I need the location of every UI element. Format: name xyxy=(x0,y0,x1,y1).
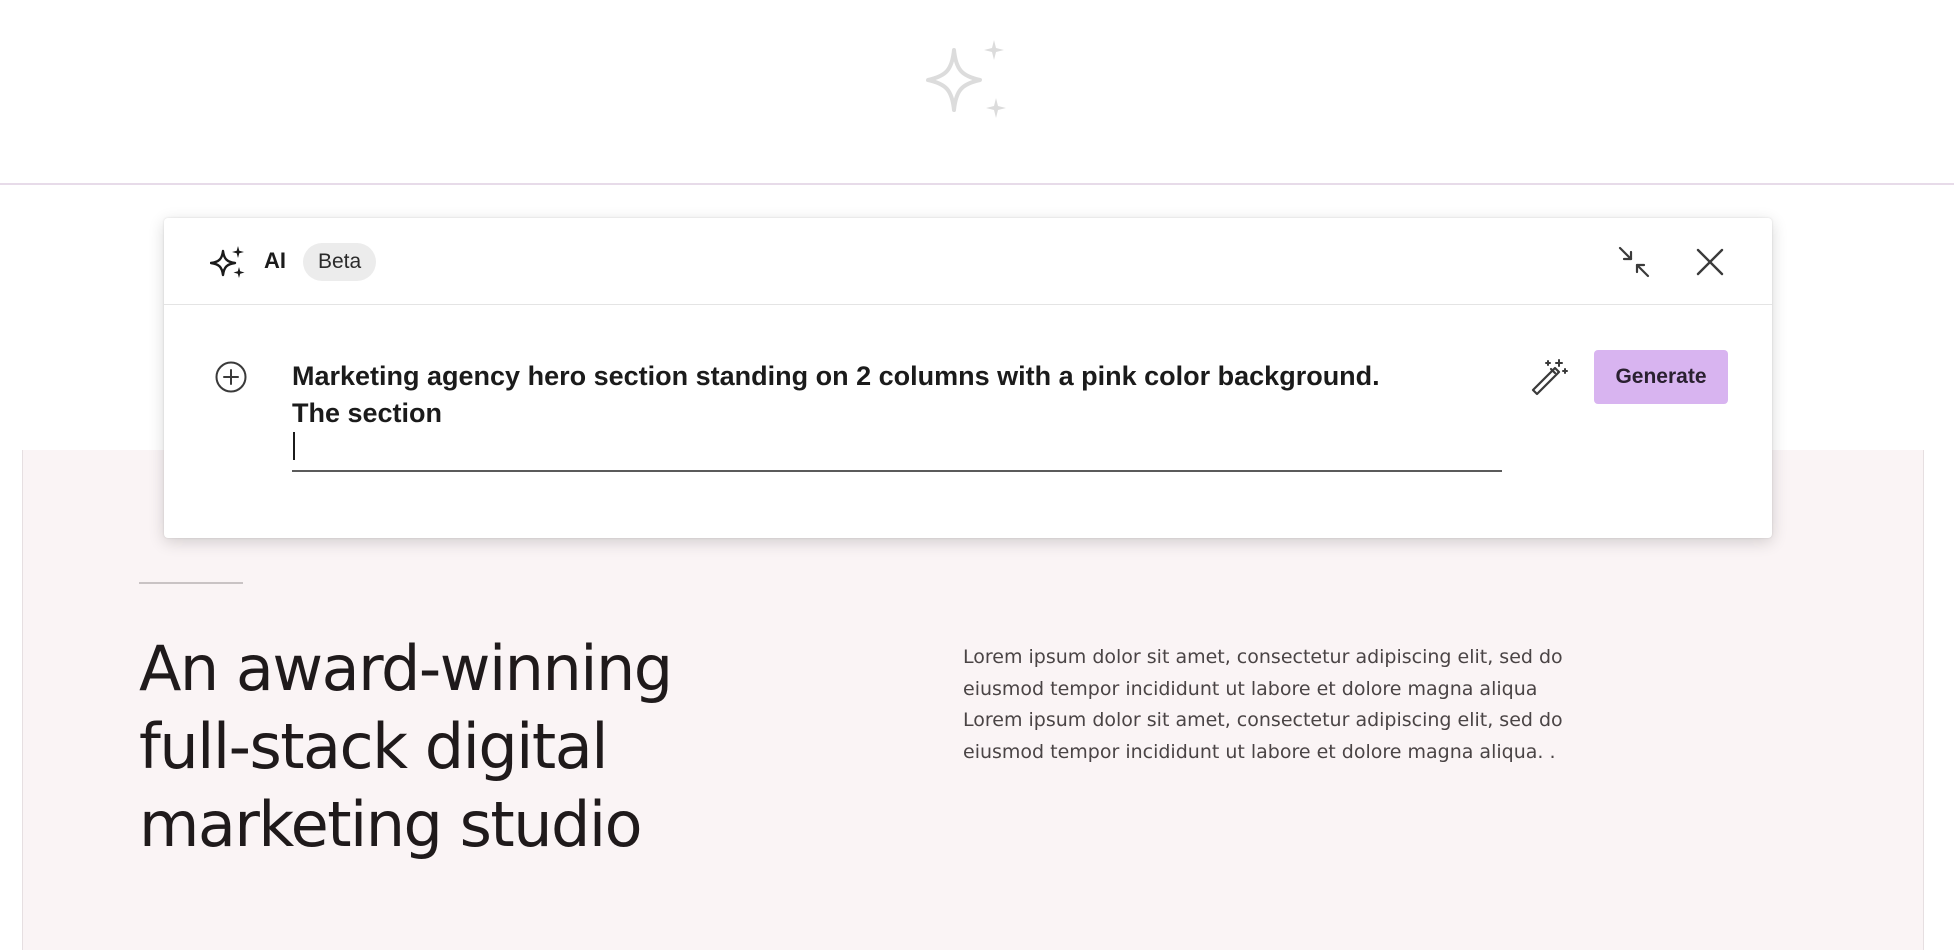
add-attachment-button[interactable] xyxy=(214,360,248,394)
hero-headline-line: An award-winning xyxy=(139,632,673,705)
beta-badge: Beta xyxy=(303,243,377,281)
ai-panel-title: AI xyxy=(264,248,286,273)
hero-accent-line xyxy=(139,582,243,584)
hero-body-text: Lorem ipsum dolor sit amet, consectetur … xyxy=(963,642,1743,768)
text-caret xyxy=(293,432,295,460)
sparkles-icon xyxy=(210,246,245,278)
prompt-line: The section xyxy=(292,398,443,428)
ai-prompt-panel: AI Beta Marketing agency hero section st… xyxy=(164,218,1772,538)
generate-button[interactable]: Generate xyxy=(1594,350,1728,404)
enhance-prompt-button[interactable] xyxy=(1528,358,1568,398)
hero-headline-line: marketing studio xyxy=(139,788,643,861)
close-icon xyxy=(1696,248,1724,276)
hero-body-line: Lorem ipsum dolor sit amet, consectetur … xyxy=(963,709,1563,731)
editor-canvas: An award-winning full-stack digital mark… xyxy=(0,0,1954,950)
close-button[interactable] xyxy=(1692,244,1728,280)
ai-panel-header: AI Beta xyxy=(164,218,1772,305)
prompt-input[interactable]: Marketing agency hero section standing o… xyxy=(292,358,1502,472)
collapse-arrows-icon xyxy=(1618,246,1650,278)
hero-headline-line: full-stack digital xyxy=(139,710,608,783)
empty-section-placeholder[interactable] xyxy=(0,0,1954,183)
hero-headline: An award-winning full-stack digital mark… xyxy=(139,630,859,864)
hero-body-line: eiusmod tempor incididunt ut labore et d… xyxy=(963,677,1538,700)
collapse-button[interactable] xyxy=(1616,244,1652,280)
plus-circle-icon xyxy=(215,361,247,393)
prompt-line-with-caret: The section xyxy=(292,395,1502,460)
sparkles-icon xyxy=(926,40,1006,118)
magic-wand-icon xyxy=(1531,359,1568,396)
hero-body-line: eiusmod tempor incididunt ut labore et d… xyxy=(963,740,1556,763)
prompt-line: Marketing agency hero section standing o… xyxy=(292,361,1380,391)
hero-body-line: Lorem ipsum dolor sit amet, consectetur … xyxy=(963,646,1563,668)
